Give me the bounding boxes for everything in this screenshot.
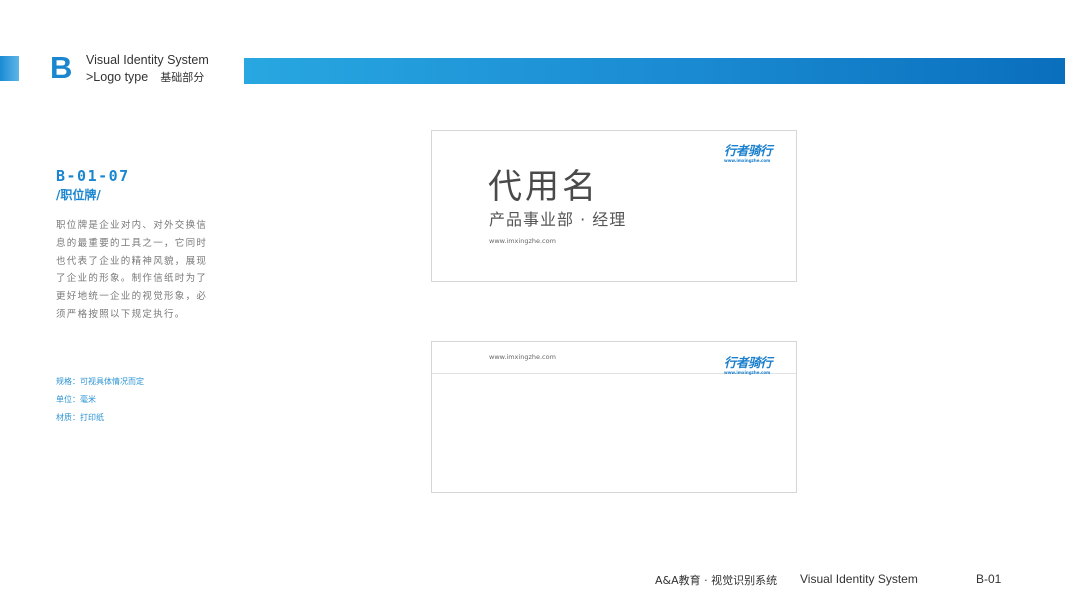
brand-logo-url: www.imxingzhe.com	[724, 370, 771, 375]
position-card-front: 代用名 产品事业部 · 经理 www.imxingzhe.com 行者骑行 ww…	[431, 130, 797, 282]
spec-unit: 单位：毫米	[56, 394, 96, 404]
spec-list: 规格：可视具体情况而定 单位：毫米 材质：打印纸	[56, 373, 144, 426]
brand-logo: 行者骑行 www.imxingzhe.com	[724, 355, 784, 376]
page-number: B-01	[976, 572, 1002, 586]
card-url: www.imxingzhe.com	[489, 353, 556, 361]
header-subtitle-cn: 基础部分	[160, 72, 205, 84]
header-subtitle: >Logo type 基础部分	[86, 69, 204, 85]
section-description: 职位牌是企业对内、对外交换信息的最重要的工具之一，它同时也代表了企业的精神风貌，…	[56, 220, 208, 320]
position-card-back: www.imxingzhe.com 行者骑行 www.imxingzhe.com	[431, 341, 797, 493]
header-gradient-bar	[244, 58, 1065, 84]
section-code: B-01-07	[56, 167, 130, 185]
left-accent-bar	[0, 56, 19, 81]
footer-org: A&A教育 · 视觉识别系统	[655, 574, 778, 587]
brand-logo-text: 行者骑行	[724, 143, 773, 158]
section-letter: B	[50, 50, 73, 85]
section-subtitle: /职位牌/	[56, 188, 101, 202]
card-name: 代用名	[488, 167, 599, 207]
brand-logo-url: www.imxingzhe.com	[724, 158, 771, 163]
card-title: 产品事业部 · 经理	[489, 210, 627, 229]
brand-logo-text: 行者骑行	[724, 355, 773, 370]
header-title: Visual Identity System	[86, 53, 209, 67]
spec-size: 规格：可视具体情况而定	[56, 377, 144, 386]
footer-system: Visual Identity System	[800, 572, 918, 586]
card-url: www.imxingzhe.com	[489, 237, 556, 245]
header-subtitle-en: >Logo type	[86, 70, 149, 84]
brand-logo: 行者骑行 www.imxingzhe.com	[724, 143, 784, 164]
spec-material: 材质：打印纸	[56, 412, 104, 422]
